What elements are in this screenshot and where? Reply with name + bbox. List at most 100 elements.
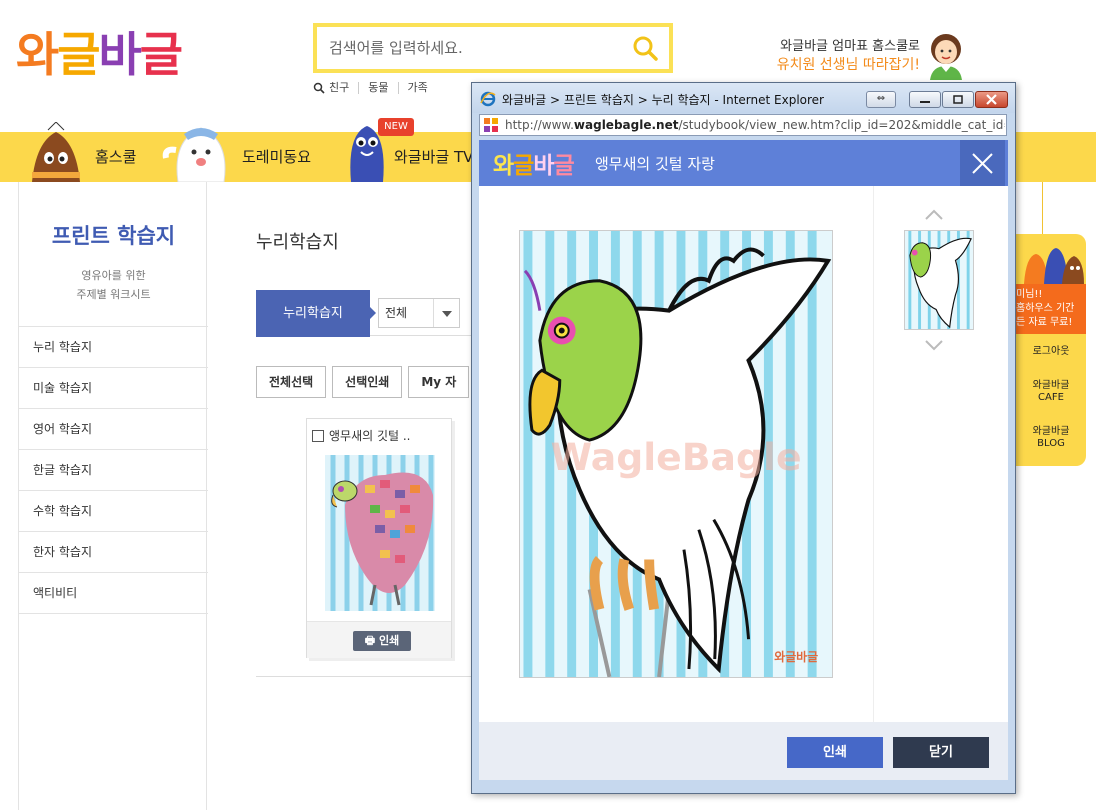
logo-char-2: 글	[57, 28, 100, 83]
doremi-character-icon	[162, 127, 226, 182]
category-select[interactable]: 전체	[378, 298, 460, 328]
worksheet-large-image: WagleBagle 와글바글	[519, 230, 833, 678]
minimize-icon	[920, 101, 930, 103]
worksheet-thumbnail-selected[interactable]	[904, 230, 974, 330]
worksheet-viewer: 와글바글 앵무새의 깃털 자랑 WagleBagle 와글바글 인쇄 닫기	[479, 140, 1008, 780]
category-select-value: 전체	[385, 306, 408, 320]
content-divider	[256, 676, 472, 677]
worksheet-print-button[interactable]: 🖶 인쇄	[353, 631, 411, 651]
url-rest: /studybook/view_new.htm?clip_id=202&midd…	[678, 118, 1005, 132]
address-bar[interactable]: http://www.waglebagle.net/studybook/view…	[479, 114, 1007, 136]
action-buttons: 전체선택 선택인쇄 My 자	[256, 366, 470, 398]
sidebar-item-hanja[interactable]: 한자 학습지	[19, 532, 208, 573]
event-line-1: 미님!!	[1016, 289, 1043, 300]
tag-family[interactable]: 가족	[399, 82, 437, 94]
internet-explorer-icon	[480, 91, 496, 107]
worksheet-card-footer: 🖶 인쇄	[307, 621, 451, 658]
event-line-3: 든 자료 무료!	[1016, 317, 1073, 328]
site-logo[interactable]: 와 글 바 글	[16, 26, 183, 86]
sidebar-item-hangul[interactable]: 한글 학습지	[19, 450, 208, 491]
watermark-text: WagleBagle	[550, 435, 801, 479]
blog-link-line-2: BLOG	[1037, 438, 1065, 449]
tab-pointer	[370, 307, 376, 319]
blog-link[interactable]: 와글바글 BLOG	[1016, 426, 1086, 450]
close-icon	[972, 153, 993, 174]
artwork-signature: 와글바글	[774, 650, 818, 664]
url-prefix: http://www.	[505, 118, 574, 132]
popular-tags: 친구 동물 가족	[313, 82, 437, 94]
nav-homeschool[interactable]: 홈스쿨	[95, 132, 136, 182]
nav-doremi-songs[interactable]: 도레미동요	[242, 132, 311, 182]
viewer-logo-char-1: 와	[493, 153, 514, 179]
window-title: 와글바글 > 프린트 학습지 > 누리 학습지 - Internet Explo…	[502, 93, 824, 107]
resize-arrows-icon[interactable]: ⇔	[866, 91, 896, 108]
teacher-character-icon	[930, 34, 962, 80]
url-text: http://www.waglebagle.net/studybook/view…	[505, 118, 1005, 132]
search-input[interactable]	[329, 35, 619, 61]
maximize-button[interactable]	[942, 91, 974, 108]
cafe-link[interactable]: 와글바글 CAFE	[1016, 380, 1086, 404]
viewer-logo: 와글바글	[493, 146, 575, 180]
window-titlebar[interactable]: 와글바글 > 프린트 학습지 > 누리 학습지 - Internet Explo…	[472, 83, 1015, 113]
maximize-icon	[953, 95, 963, 104]
close-icon	[986, 94, 997, 105]
viewer-logo-char-4: 글	[553, 153, 575, 179]
tag-friend[interactable]: 친구	[329, 82, 360, 94]
chevron-down-icon[interactable]	[924, 338, 944, 352]
blog-link-line-1: 와글바글	[1032, 426, 1070, 437]
sidebar-item-math[interactable]: 수학 학습지	[19, 491, 208, 532]
select-all-button[interactable]: 전체선택	[256, 366, 327, 398]
minimize-button[interactable]	[909, 91, 941, 108]
worksheet-card: 앵무새의 깃털 .. 🖶 인쇄	[306, 418, 452, 658]
sidebar-title: 프린트 학습지	[51, 224, 176, 248]
worksheet-title[interactable]: 앵무새의 깃털 ..	[329, 427, 411, 444]
ie-popup-window: 와글바글 > 프린트 학습지 > 누리 학습지 - Internet Explo…	[471, 82, 1016, 794]
my-materials-button[interactable]: My 자	[408, 366, 470, 398]
event-line-2: 홈하우스 기간	[1016, 303, 1075, 314]
worksheet-checkbox[interactable]	[312, 430, 324, 442]
sidebar-item-activity[interactable]: 액티비티	[19, 573, 208, 614]
tab-nuri[interactable]: 누리학습지	[256, 290, 370, 337]
sidebar-menu: 누리 학습지 미술 학습지 영어 학습지 한글 학습지 수학 학습지 한자 학습…	[19, 326, 208, 614]
sidebar-subtitle-line-2: 주제별 워크시트	[76, 288, 151, 301]
promo-line-2: 유치원 선생님 따라잡기!	[776, 57, 920, 73]
left-sidebar: 프린트 학습지 영유아를 위한 주제별 워크시트 누리 학습지 미술 학습지 영…	[18, 182, 208, 810]
viewer-close-button[interactable]	[960, 140, 1005, 186]
banner-string	[1042, 182, 1043, 234]
cafe-link-line-2: CAFE	[1038, 392, 1064, 403]
cafe-link-line-1: 와글바글	[1032, 380, 1070, 391]
worksheet-thumbnail[interactable]	[325, 455, 435, 611]
site-favicon-icon	[483, 117, 499, 133]
search-small-icon	[313, 82, 325, 94]
homeschool-promo[interactable]: 와글바글 엄마표 홈스쿨로 유치원 선생님 따라잡기!	[770, 38, 920, 74]
close-button[interactable]: 닫기	[893, 737, 989, 768]
chevron-up-icon[interactable]	[924, 208, 944, 222]
logo-char-3: 바	[98, 28, 142, 83]
logo-char-1: 와	[16, 28, 59, 83]
sidebar-item-english[interactable]: 영어 학습지	[19, 409, 208, 450]
sidebar-subtitle: 영유아를 위한 주제별 워크시트	[19, 266, 208, 304]
sidebar-item-nuri[interactable]: 누리 학습지	[19, 327, 208, 368]
search-icon[interactable]	[631, 34, 659, 62]
chevron-down-icon	[433, 299, 459, 327]
sidebar-subtitle-line-1: 영유아를 위한	[81, 269, 146, 282]
print-button[interactable]: 인쇄	[787, 737, 883, 768]
viewer-logo-char-2: 글	[513, 153, 534, 179]
print-selected-button[interactable]: 선택인쇄	[332, 366, 403, 398]
viewer-title: 앵무새의 깃털 자랑	[595, 155, 715, 173]
thumbnail-strip	[873, 186, 1008, 722]
window-close-button[interactable]	[975, 91, 1008, 108]
search-box	[313, 23, 673, 73]
viewer-header: 와글바글 앵무새의 깃털 자랑	[479, 140, 1008, 186]
viewer-footer: 인쇄 닫기	[479, 722, 1008, 780]
page-title: 누리학습지	[256, 232, 339, 253]
nav-waglebagle-tv[interactable]: 와글바글 TV	[394, 132, 473, 182]
logout-link[interactable]: 로그아웃	[1016, 346, 1086, 358]
category-tab-bar: 누리학습지 전체	[256, 290, 476, 337]
promo-line-1: 와글바글 엄마표 홈스쿨로	[780, 39, 920, 54]
banner-characters-icon	[1024, 248, 1084, 284]
viewer-logo-char-3: 바	[533, 153, 554, 179]
tag-animal[interactable]: 동물	[359, 82, 399, 94]
worksheet-print-label: 인쇄	[378, 634, 400, 647]
sidebar-item-art[interactable]: 미술 학습지	[19, 368, 208, 409]
